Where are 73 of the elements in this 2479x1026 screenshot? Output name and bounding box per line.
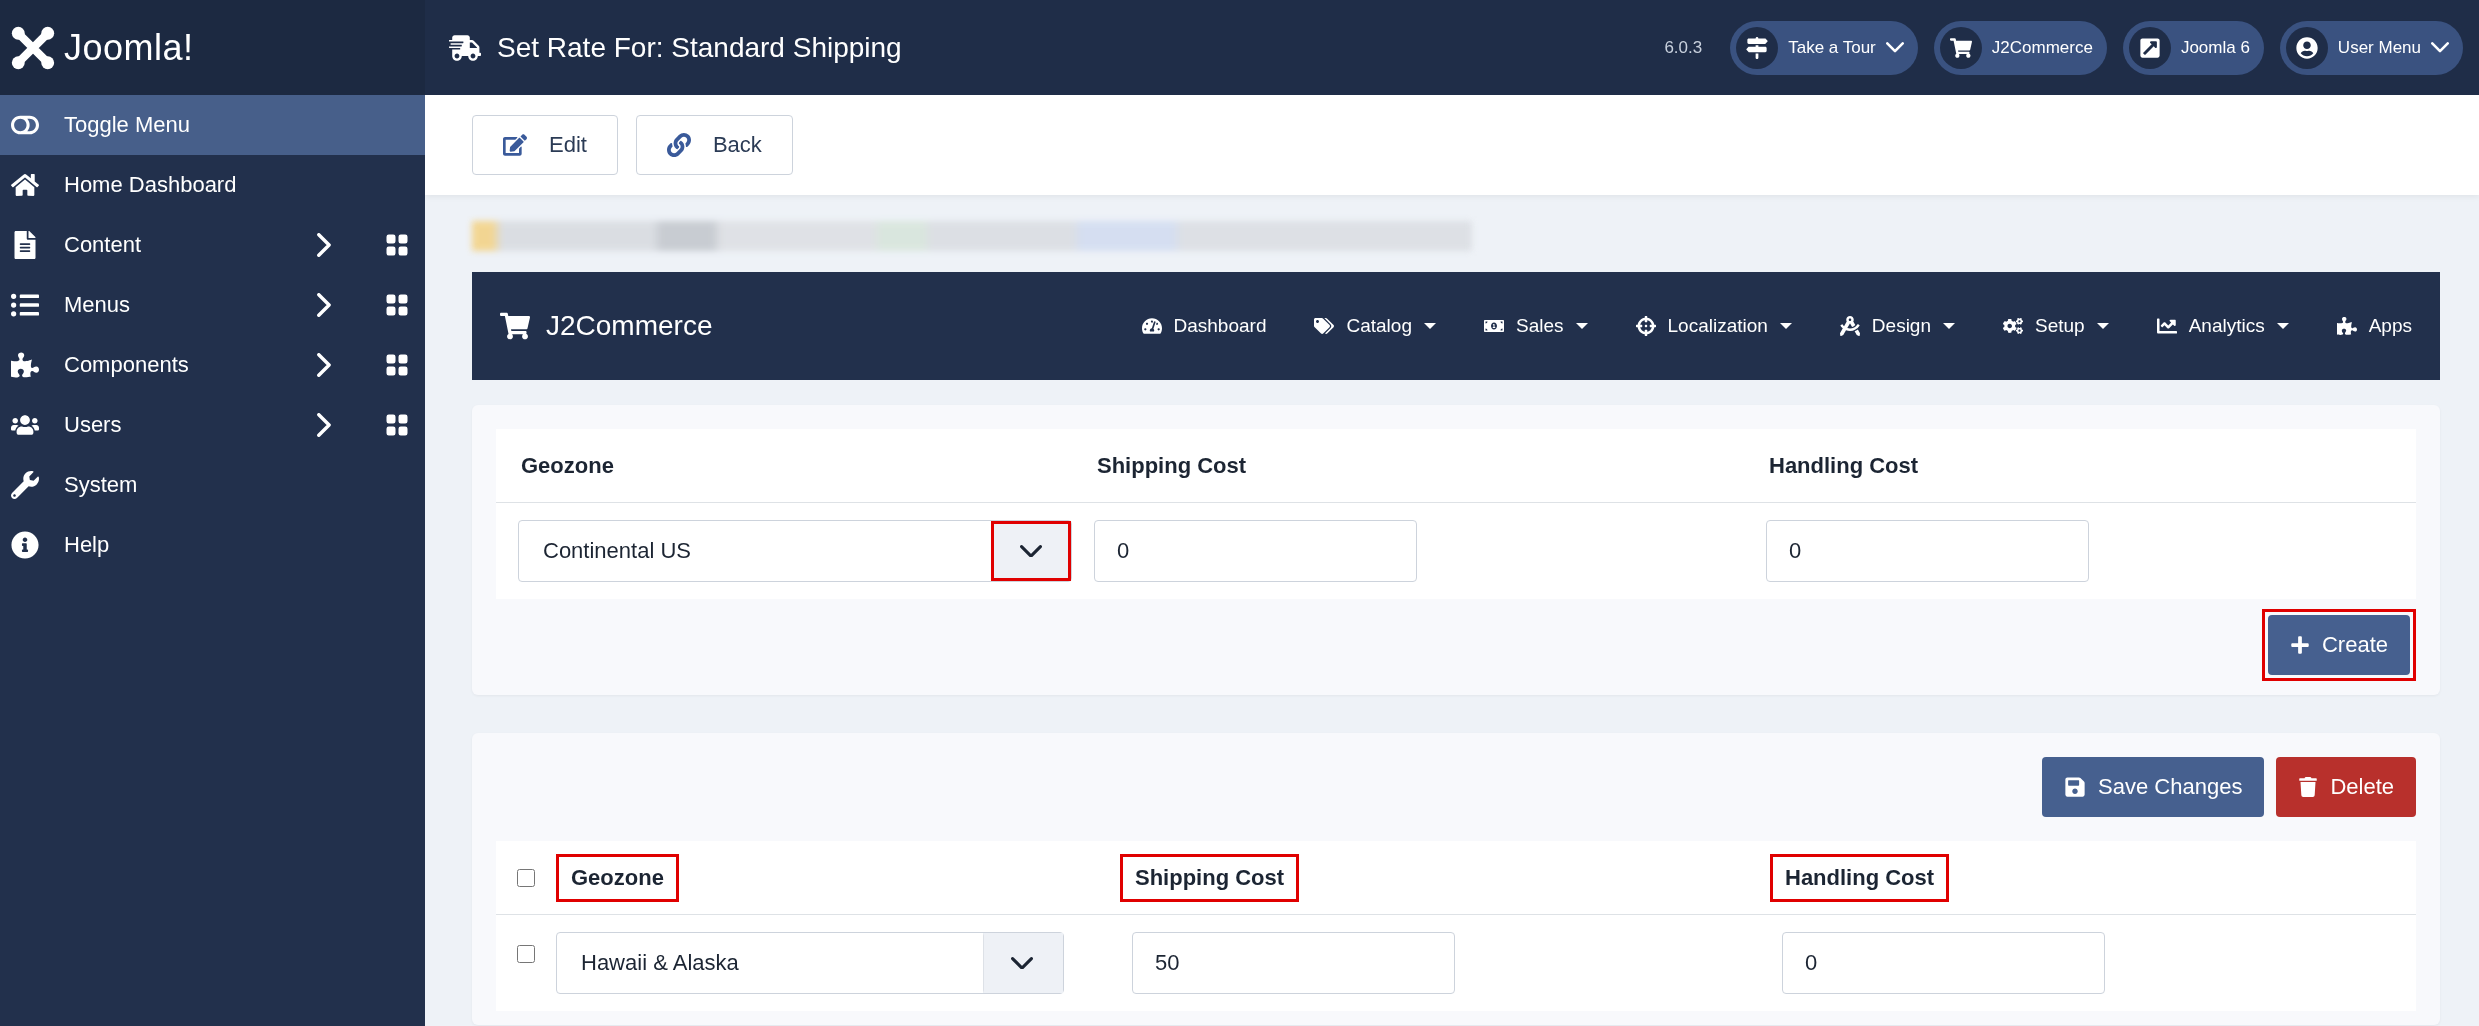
- trash-icon: [2298, 777, 2319, 797]
- list-icon: [11, 291, 39, 319]
- nav-link[interactable]: Apps: [2336, 315, 2412, 337]
- handling-cost-field[interactable]: 0: [1766, 520, 2089, 582]
- toolbar-button[interactable]: Back: [635, 115, 793, 175]
- sidebar-item[interactable]: Users: [0, 395, 425, 455]
- column-header: Shipping Cost: [1096, 451, 1248, 480]
- toolbar-button[interactable]: Edit: [472, 115, 618, 175]
- shipping-cost-field[interactable]: 0: [1094, 520, 1417, 582]
- cart-icon: [1949, 36, 1972, 59]
- external-link-icon: [2138, 36, 2161, 59]
- shipping-cost-field[interactable]: 50: [1132, 932, 1455, 994]
- sidebar-item[interactable]: Toggle Menu: [0, 95, 425, 155]
- sidebar-item[interactable]: Home Dashboard: [0, 155, 425, 215]
- geozone-select[interactable]: Hawaii & Alaska: [556, 932, 1064, 994]
- grid-icon[interactable]: [385, 233, 409, 257]
- edit-icon: [503, 133, 527, 157]
- logo-icon: [10, 24, 56, 71]
- info-icon: [11, 531, 39, 559]
- sidebar-item[interactable]: Menus: [0, 275, 425, 335]
- nav-link[interactable]: Sales: [1483, 315, 1588, 337]
- nav-link[interactable]: Dashboard: [1141, 315, 1267, 337]
- sidebar-item[interactable]: Content: [0, 215, 425, 275]
- column-header: Handling Cost: [1770, 853, 1950, 902]
- puzzle-icon: [2336, 316, 2357, 336]
- header-button[interactable]: Take a Tour: [1730, 20, 1918, 75]
- grid-icon[interactable]: [385, 413, 409, 437]
- create-button[interactable]: Create: [2267, 615, 2410, 675]
- header-button[interactable]: Joomla 6: [2122, 20, 2264, 75]
- grid-icon[interactable]: [385, 353, 409, 377]
- gears-icon: [2003, 316, 2023, 336]
- home-icon: [11, 171, 39, 199]
- chevron-down-icon: [1020, 544, 1042, 558]
- sidebar-item[interactable]: System: [0, 455, 425, 515]
- select-all-checkbox[interactable]: [517, 868, 535, 887]
- version-label: 6.0.3: [1664, 37, 1703, 58]
- cart-icon: [500, 311, 530, 341]
- user-icon: [2295, 36, 2318, 59]
- tag-icon: [1314, 316, 1335, 336]
- header-button[interactable]: J2Commerce: [1933, 20, 2107, 75]
- nav-link[interactable]: Design: [1839, 315, 1955, 337]
- nav-link[interactable]: Analytics: [2156, 315, 2289, 337]
- compass-icon: [1839, 316, 1860, 336]
- logo-text: Joomla!: [64, 26, 194, 69]
- sidebar-item[interactable]: Help: [0, 515, 425, 575]
- save-changes-button[interactable]: Save Changes: [2042, 757, 2265, 817]
- wrench-icon: [11, 471, 39, 499]
- handling-cost-field[interactable]: 0: [1782, 932, 2105, 994]
- row-checkbox[interactable]: [517, 945, 535, 963]
- nav-link[interactable]: Catalog: [1314, 315, 1436, 337]
- column-header: Geozone: [556, 853, 679, 902]
- plus-icon: [2289, 635, 2310, 655]
- column-header: Shipping Cost: [1120, 853, 1300, 902]
- puzzle-icon: [11, 351, 39, 379]
- brand[interactable]: J2Commerce: [500, 310, 1094, 342]
- geozone-select[interactable]: Continental US: [518, 520, 1072, 582]
- grid-icon[interactable]: [385, 293, 409, 317]
- nav-link[interactable]: Setup: [2003, 315, 2109, 337]
- nav-link[interactable]: Localization: [1635, 315, 1792, 337]
- column-header: Handling Cost: [1768, 451, 1920, 480]
- column-header: Geozone: [520, 451, 615, 480]
- gauge-icon: [1141, 316, 1162, 336]
- page-title: Set Rate For: Standard Shipping: [497, 31, 903, 64]
- link-icon: [666, 133, 691, 157]
- chart-icon: [2156, 316, 2177, 336]
- delete-button[interactable]: Delete: [2276, 757, 2416, 817]
- header-button[interactable]: User Menu: [2279, 20, 2463, 75]
- sidebar-item[interactable]: Components: [0, 335, 425, 395]
- target-icon: [1635, 316, 1656, 336]
- chevron-down-icon: [1011, 956, 1033, 970]
- save-icon: [2064, 776, 2087, 798]
- signpost-icon: [1746, 36, 1769, 59]
- select-toggle[interactable]: [991, 521, 1071, 581]
